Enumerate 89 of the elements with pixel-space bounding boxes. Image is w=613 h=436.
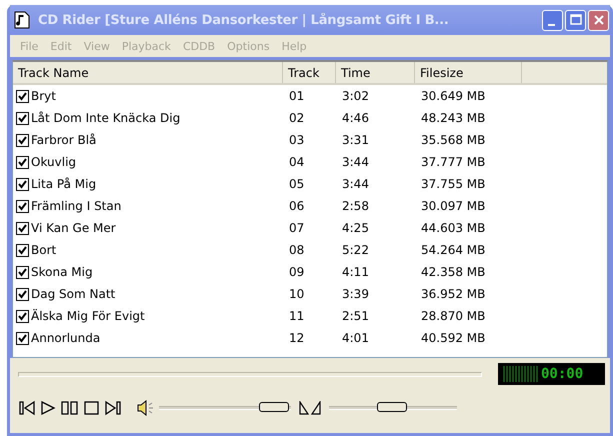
track-time: 4:11 — [342, 265, 369, 279]
track-number: 02 — [289, 111, 304, 125]
track-filesize: 54.264 MB — [421, 243, 486, 257]
track-name: Farbror Blå — [31, 133, 96, 147]
balance-slider[interactable] — [377, 402, 407, 412]
checkbox[interactable] — [16, 112, 29, 124]
menu-item[interactable]: File — [14, 40, 44, 52]
track-number: 04 — [289, 155, 304, 169]
checkbox[interactable] — [16, 178, 29, 190]
track-time: 4:46 — [342, 111, 369, 125]
menu-item[interactable]: Playback — [116, 40, 177, 52]
track-number: 05 — [289, 177, 304, 191]
track-filesize: 40.592 MB — [421, 331, 486, 345]
next-button[interactable] — [104, 400, 122, 416]
checkbox[interactable] — [16, 332, 29, 344]
track-filesize: 42.358 MB — [421, 265, 486, 279]
lcd-bars-icon — [501, 364, 539, 384]
volume-slider[interactable] — [259, 402, 290, 412]
column-header[interactable]: Track Name — [13, 62, 283, 83]
stop-button[interactable] — [83, 400, 101, 416]
track-name: Okuvlig — [31, 155, 76, 169]
track-number: 08 — [289, 243, 304, 257]
checkbox[interactable] — [16, 222, 29, 234]
minimize-icon — [548, 24, 555, 26]
track-name: Lita På Mig — [31, 177, 96, 191]
track-filesize: 36.952 MB — [421, 287, 486, 301]
track-name: Bort — [31, 243, 56, 257]
menu-item[interactable]: Edit — [44, 40, 78, 52]
checkbox[interactable] — [16, 134, 29, 146]
track-filesize: 37.777 MB — [421, 155, 486, 169]
track-name: Annorlunda — [31, 331, 100, 345]
menu-item[interactable]: View — [78, 40, 116, 52]
track-filesize: 28.870 MB — [421, 309, 486, 323]
checkbox[interactable] — [16, 244, 29, 256]
maximize-button[interactable] — [565, 10, 586, 30]
track-number: 12 — [289, 331, 304, 345]
previous-button[interactable] — [18, 400, 36, 416]
time-display: 00:00 — [498, 363, 605, 385]
track-filesize: 37.755 MB — [421, 177, 486, 191]
track-name: Älska Mig För Evigt — [31, 309, 145, 323]
pause-button[interactable] — [60, 400, 80, 416]
track-number: 09 — [289, 265, 304, 279]
track-number: 07 — [289, 221, 304, 235]
checkbox[interactable] — [16, 266, 29, 278]
checkbox[interactable] — [16, 310, 29, 322]
track-name: Skona Mig — [31, 265, 93, 279]
play-button[interactable] — [39, 400, 57, 416]
track-time: 4:01 — [342, 331, 369, 345]
track-filesize: 48.243 MB — [421, 111, 486, 125]
track-number: 01 — [289, 89, 304, 103]
track-name: Låt Dom Inte Knäcka Dig — [31, 111, 180, 125]
track-time: 3:44 — [342, 177, 369, 191]
checkbox[interactable] — [16, 90, 29, 102]
speaker-icon — [137, 400, 155, 416]
track-name: Bryt — [31, 89, 56, 103]
track-time: 2:58 — [342, 199, 369, 213]
track-number: 06 — [289, 199, 304, 213]
close-button[interactable] — [588, 10, 609, 30]
track-filesize: 30.649 MB — [421, 89, 486, 103]
track-number: 10 — [289, 287, 304, 301]
track-number: 03 — [289, 133, 304, 147]
balance-icon — [299, 401, 321, 415]
close-icon — [592, 14, 604, 26]
track-time: 4:25 — [342, 221, 369, 235]
minimize-button[interactable] — [542, 10, 563, 30]
track-time: 3:31 — [342, 133, 369, 147]
track-name: Vi Kan Ge Mer — [31, 221, 116, 235]
track-filesize: 44.603 MB — [421, 221, 486, 235]
track-filesize: 30.097 MB — [421, 199, 486, 213]
track-time: 3:02 — [342, 89, 369, 103]
checkbox[interactable] — [16, 156, 29, 168]
track-name: Främling I Stan — [31, 199, 122, 213]
track-number: 11 — [289, 309, 304, 323]
menu-item[interactable]: Options — [221, 40, 276, 52]
checkbox[interactable] — [16, 200, 29, 212]
track-time: 5:22 — [342, 243, 369, 257]
track-filesize: 35.568 MB — [421, 133, 486, 147]
track-time: 3:39 — [342, 287, 369, 301]
column-header[interactable]: Track — [283, 62, 336, 83]
track-time: 2:51 — [342, 309, 369, 323]
music-note-icon — [14, 11, 30, 29]
column-header[interactable]: Filesize — [415, 62, 522, 83]
track-name: Dag Som Natt — [31, 287, 116, 301]
track-time: 3:44 — [342, 155, 369, 169]
maximize-icon — [570, 14, 582, 26]
checkbox[interactable] — [16, 288, 29, 300]
menu-item[interactable]: Help — [276, 40, 313, 52]
column-header[interactable]: Time — [336, 62, 415, 83]
menu-item[interactable]: CDDB — [176, 40, 222, 52]
